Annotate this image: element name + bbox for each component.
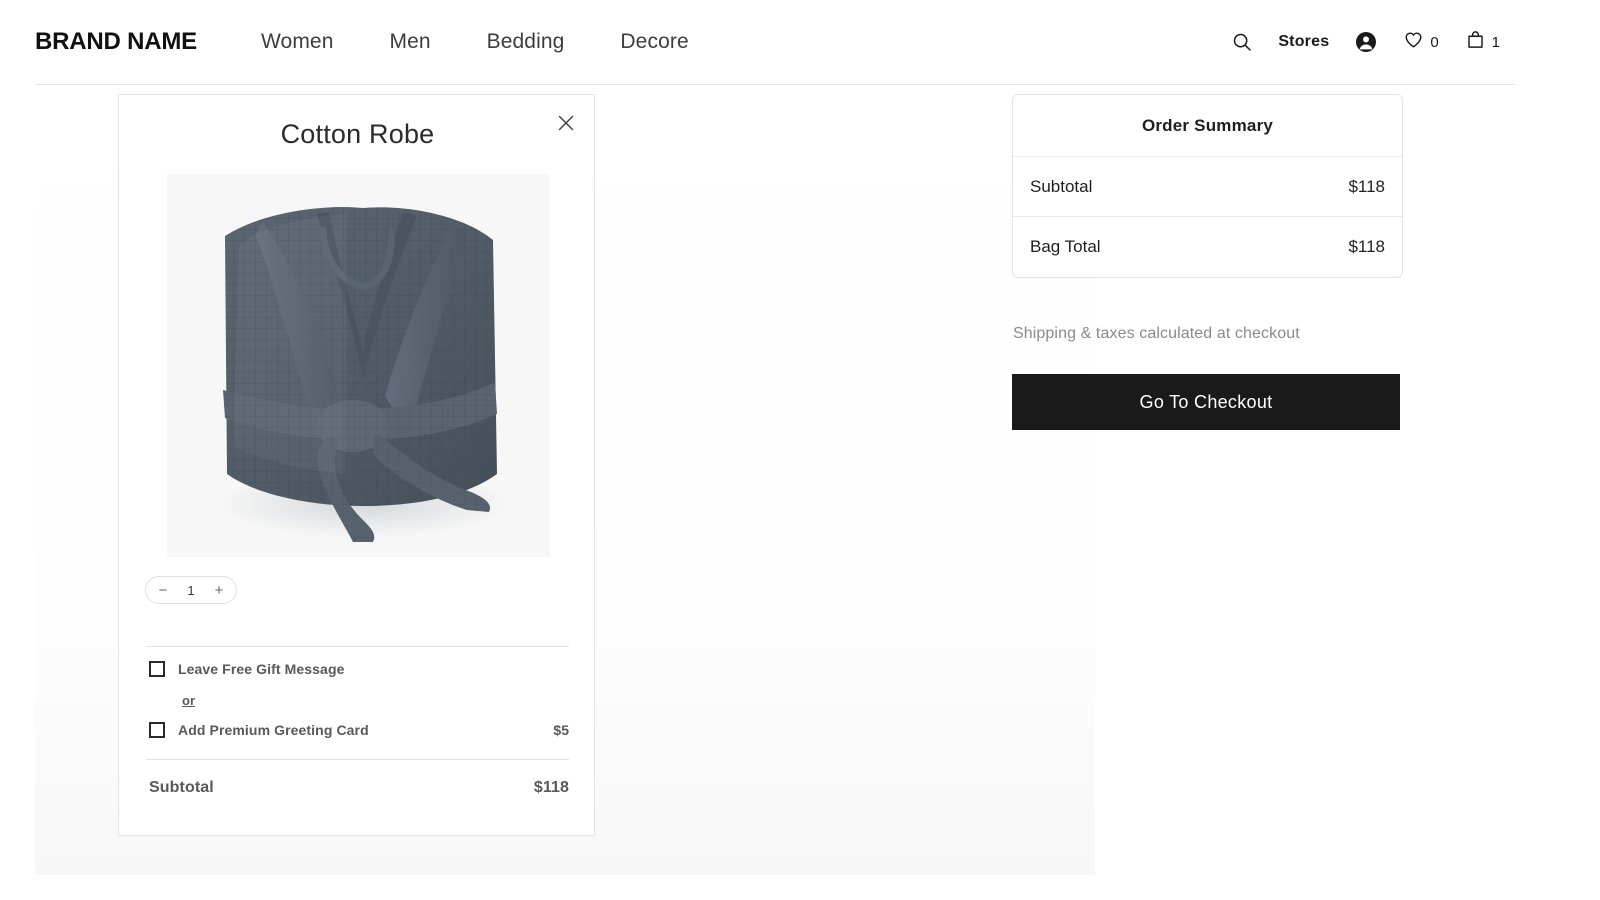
- order-summary-header: Order Summary: [1013, 95, 1402, 157]
- summary-subtotal-label: Subtotal: [1030, 176, 1093, 196]
- site-header: BRAND NAME Women Men Bedding Decore Stor…: [0, 0, 1600, 85]
- shipping-note: Shipping & taxes calculated at checkout: [1013, 325, 1300, 342]
- wishlist-button[interactable]: 0: [1403, 29, 1439, 55]
- nav-item-bedding[interactable]: Bedding: [487, 30, 565, 54]
- product-image[interactable]: [167, 174, 550, 557]
- summary-bag-total-value: $118: [1348, 237, 1385, 256]
- go-to-checkout-button[interactable]: Go To Checkout: [1012, 374, 1400, 430]
- greeting-card-label: Add Premium Greeting Card: [178, 722, 369, 738]
- divider-bottom: [146, 759, 569, 760]
- or-separator: or: [182, 693, 195, 708]
- bag-page: BRAND NAME Women Men Bedding Decore Stor…: [0, 0, 1600, 900]
- header-actions: Stores 0 1: [1232, 29, 1515, 55]
- shopping-bag-icon: [1465, 29, 1486, 55]
- card-subtotal-row: Subtotal $118: [149, 779, 569, 797]
- order-summary-panel: Order Summary Subtotal $118 Bag Total $1…: [1012, 94, 1403, 278]
- bag-count: 1: [1491, 33, 1500, 51]
- greeting-card-price: $5: [553, 722, 569, 738]
- header-inner: BRAND NAME Women Men Bedding Decore Stor…: [35, 0, 1515, 85]
- heart-icon: [1403, 29, 1424, 55]
- card-subtotal-value: $118: [533, 779, 569, 796]
- close-icon[interactable]: [552, 109, 580, 137]
- bag-item-card: Cotton Robe − 1 + Leave Free Gift Messag…: [118, 94, 595, 836]
- summary-subtotal-value: $118: [1348, 176, 1385, 196]
- card-subtotal-label: Subtotal: [149, 779, 214, 796]
- gift-message-label: Leave Free Gift Message: [178, 661, 345, 677]
- summary-row-subtotal: Subtotal $118: [1013, 157, 1402, 217]
- account-icon[interactable]: [1355, 31, 1377, 53]
- nav-item-men[interactable]: Men: [389, 30, 430, 54]
- quantity-value: 1: [187, 582, 195, 598]
- gift-message-row[interactable]: Leave Free Gift Message: [149, 661, 569, 677]
- divider-top: [146, 646, 569, 647]
- summary-row-bag-total: Bag Total $118: [1013, 217, 1402, 277]
- quantity-stepper[interactable]: − 1 +: [145, 576, 237, 604]
- wishlist-count: 0: [1430, 33, 1439, 51]
- main-nav: Women Men Bedding Decore: [261, 30, 689, 54]
- gift-message-checkbox[interactable]: [149, 661, 165, 677]
- greeting-card-row[interactable]: Add Premium Greeting Card $5: [149, 722, 569, 738]
- search-icon[interactable]: [1232, 32, 1252, 52]
- quantity-decrement-button[interactable]: −: [156, 583, 170, 598]
- quantity-increment-button[interactable]: +: [212, 583, 226, 598]
- summary-bag-total-label: Bag Total: [1030, 237, 1101, 256]
- nav-item-decore[interactable]: Decore: [620, 30, 688, 54]
- product-title: Cotton Robe: [280, 119, 435, 149]
- nav-item-women[interactable]: Women: [261, 30, 333, 54]
- order-summary-title: Order Summary: [1141, 115, 1274, 135]
- stores-link[interactable]: Stores: [1278, 33, 1329, 51]
- bag-button[interactable]: 1: [1465, 29, 1500, 55]
- greeting-card-checkbox[interactable]: [149, 722, 165, 738]
- brand-logo[interactable]: BRAND NAME: [35, 28, 197, 56]
